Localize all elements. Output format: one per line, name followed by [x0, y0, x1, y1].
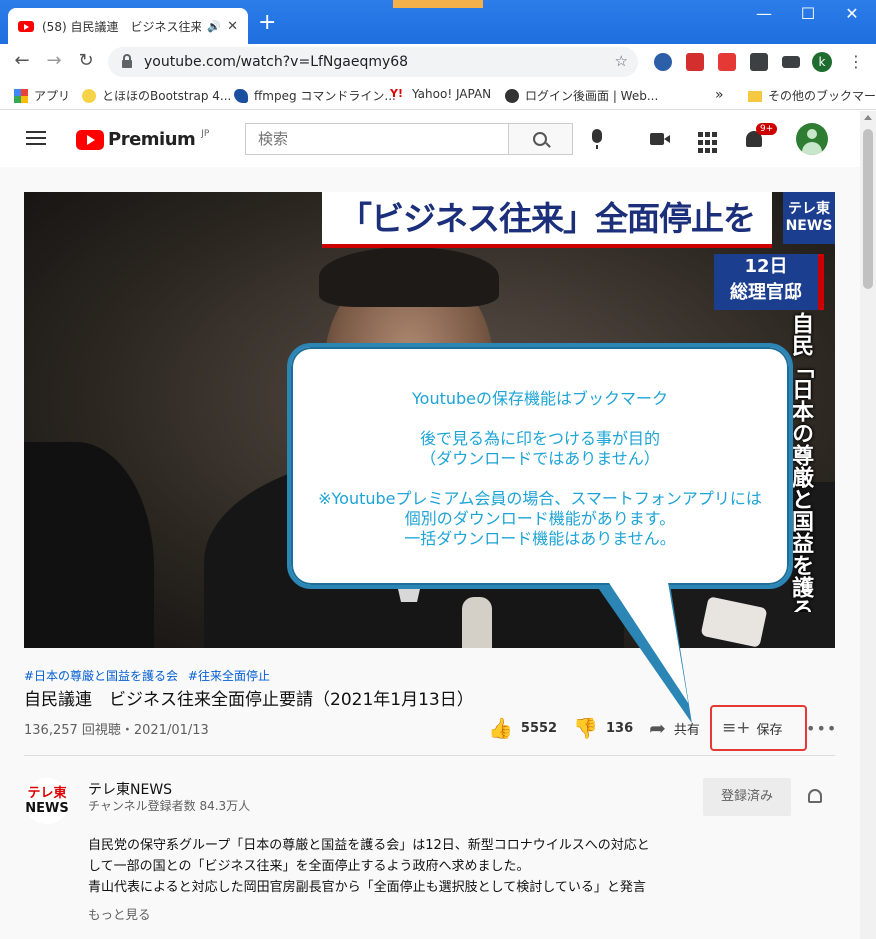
channel-notification-bell-icon[interactable] [808, 789, 822, 803]
apps-grid-icon [14, 88, 28, 103]
yahoo-icon: Y! [390, 87, 403, 100]
channel-name[interactable]: テレ東NEWS [88, 779, 172, 799]
logo-premium-text: Premium [108, 129, 196, 150]
account-avatar[interactable] [796, 123, 828, 155]
bookmark-ffmpeg[interactable]: ffmpeg コマンドライン... [234, 87, 396, 104]
channel-avatar[interactable]: テレ東 NEWS [24, 778, 70, 824]
subscriber-count: チャンネル登録者数 84.3万人 [88, 799, 251, 813]
extension-2-icon[interactable] [686, 53, 704, 71]
share-arrow-icon: ➦ [649, 716, 666, 740]
youtube-play-icon [76, 129, 104, 150]
apps-icon[interactable] [698, 132, 720, 154]
bookmarks-bar: アプリ とほほのBootstrap 4... ffmpeg コマンドライン...… [0, 80, 876, 110]
youtube-masthead: Premium JP 9+ [0, 111, 860, 167]
voice-search-icon[interactable] [592, 129, 602, 149]
video-title: 自民議連 ビジネス往来全面停止要請（2021年1月13日） [24, 690, 474, 710]
subscribed-button[interactable]: 登録済み [703, 778, 791, 816]
url-text: youtube.com/watch?v=LfNgaeqmy68 [144, 54, 409, 70]
new-tab-button[interactable]: + [258, 12, 276, 34]
dislike-button[interactable]: 👎 136 [573, 716, 633, 740]
search-box [245, 123, 573, 155]
speaker-icon[interactable]: 🔊 [207, 20, 221, 33]
lock-icon [122, 54, 132, 68]
tohoho-icon [82, 88, 96, 103]
more-actions-icon[interactable]: ••• [806, 719, 837, 738]
media-control-icon[interactable] [782, 56, 800, 68]
video-description: 自民党の保守系グループ「日本の尊厳と国益を護る会」は12日、新型コロナウイルスへ… [88, 838, 650, 895]
window-accent [393, 0, 483, 8]
page-scrollbar[interactable] [860, 111, 876, 939]
playlist-add-icon: ≡+ [722, 718, 751, 738]
save-button[interactable]: ≡+ 保存 [722, 718, 783, 738]
forward-icon[interactable]: → [42, 50, 66, 71]
tv-tokyo-news-logo: テレ東 NEWS [783, 192, 835, 244]
reload-icon[interactable]: ↻ [74, 50, 98, 71]
scroll-up-icon[interactable] [864, 115, 872, 120]
profile-avatar[interactable]: k [812, 52, 832, 72]
dislike-count: 136 [606, 720, 634, 736]
bookmark-apps[interactable]: アプリ [14, 87, 70, 104]
hashtag-link[interactable]: #日本の尊厳と国益を護る会 [24, 669, 178, 683]
youtube-favicon-icon [18, 20, 34, 32]
maximize-icon[interactable]: ☐ [786, 4, 830, 23]
close-tab-icon[interactable]: ✕ [227, 19, 238, 34]
news-caption: 「ビジネス往来」全面停止を [322, 192, 772, 248]
search-input[interactable] [246, 124, 508, 154]
thumbs-down-icon: 👎 [573, 716, 598, 740]
logo-region-text: JP [201, 128, 210, 139]
menu-hamburger-icon[interactable] [26, 131, 46, 149]
hashtag-link[interactable]: #往来全面停止 [188, 669, 270, 683]
divider [24, 755, 835, 756]
date-location-box: 12日 総理官邸 [714, 254, 824, 310]
bookmark-other-folder[interactable]: その他のブックマーク [748, 87, 876, 104]
video-actions: 👍 5552 👎 136 ➦ 共有 [488, 713, 716, 743]
browser-toolbar: ← → ↻ youtube.com/watch?v=LfNgaeqmy68 ☆ … [0, 44, 876, 80]
bookmark-yahoo[interactable]: Y! Yahoo! JAPAN [390, 87, 491, 101]
thumbs-up-icon: 👍 [488, 716, 513, 740]
minimize-icon[interactable]: — [742, 4, 786, 23]
youtube-page: Premium JP 9+ 「ビジネス往来」全面停止を テレ東 NEWS 12日 [0, 111, 860, 939]
show-more-button[interactable]: もっと見る [88, 904, 151, 923]
globe-icon [505, 88, 519, 103]
tab-title: (58) 自民議連 ビジネス往来全 [42, 19, 202, 34]
create-video-icon[interactable] [650, 133, 670, 145]
hashtags: #日本の尊厳と国益を護る会 #往来全面停止 [24, 667, 276, 684]
view-count-date: 136,257 回視聴・2021/01/13 [24, 723, 209, 738]
search-button[interactable] [508, 124, 572, 154]
like-count: 5552 [520, 720, 558, 736]
notification-badge: 9+ [756, 123, 778, 135]
browser-tab-active[interactable]: (58) 自民議連 ビジネス往来全 🔊 ✕ [8, 8, 248, 44]
youtube-premium-logo[interactable]: Premium JP [76, 129, 209, 150]
bookmark-star-icon[interactable]: ☆ [615, 52, 628, 70]
close-window-icon[interactable]: ✕ [830, 4, 874, 23]
share-button[interactable]: ➦ 共有 [649, 716, 700, 740]
browser-titlebar: (58) 自民議連 ビジネス往来全 🔊 ✕ + — ☐ ✕ [0, 0, 876, 44]
browser-menu-icon[interactable]: ⋮ [848, 52, 864, 71]
scrollbar-thumb[interactable] [863, 129, 873, 289]
like-button[interactable]: 👍 5552 [488, 716, 557, 740]
bookmarks-overflow-button[interactable]: » [715, 87, 724, 103]
extensions-puzzle-icon[interactable] [750, 53, 768, 71]
bookmark-tohoho[interactable]: とほほのBootstrap 4... [82, 87, 231, 104]
bookmark-login[interactable]: ログイン後画面 | Web... [505, 87, 658, 104]
callout-annotation: Youtubeの保存機能はブックマーク 後で見る為に印をつける事が目的 （ダウン… [287, 343, 793, 723]
back-icon[interactable]: ← [10, 50, 34, 71]
extension-3-icon[interactable] [718, 53, 736, 71]
extension-1-icon[interactable] [654, 53, 672, 71]
address-bar[interactable]: youtube.com/watch?v=LfNgaeqmy68 ☆ [108, 47, 638, 77]
ffmpeg-icon [234, 88, 248, 103]
folder-icon [748, 91, 762, 102]
